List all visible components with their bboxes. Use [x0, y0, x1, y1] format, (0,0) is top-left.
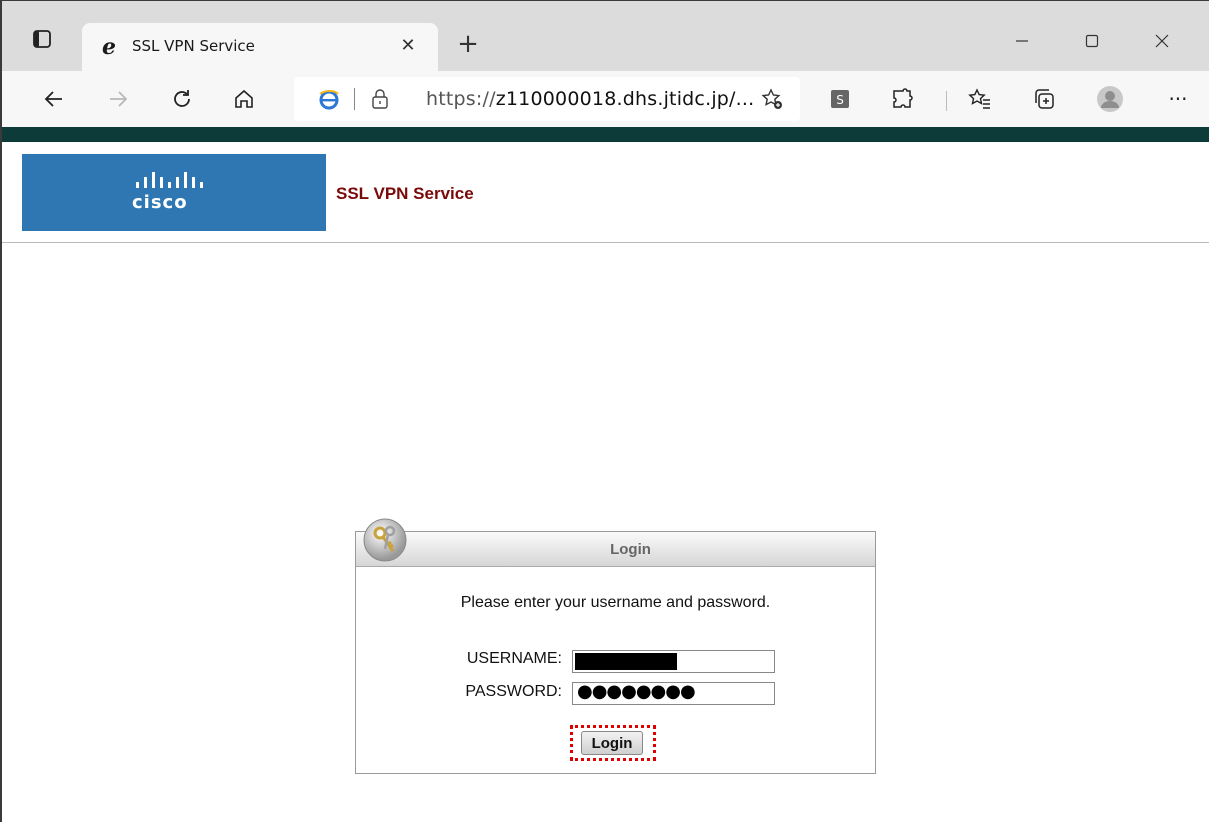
ie-icon[interactable]: [318, 88, 340, 110]
url-text[interactable]: https://z110000018.dhs.jtidc.jp/...: [426, 88, 754, 110]
more-icon[interactable]: ···: [1162, 83, 1194, 115]
profile-icon[interactable]: [1094, 83, 1126, 115]
ie-icon: e: [100, 34, 122, 60]
address-bar[interactable]: https://z110000018.dhs.jtidc.jp/...: [294, 77, 800, 121]
login-instructions: Please enter your username and password.: [460, 594, 771, 611]
keys-icon: [363, 518, 407, 562]
login-panel: Login Please enter your username and pas…: [355, 518, 876, 774]
page-title: SSL VPN Service: [336, 184, 474, 203]
login-header-title: Login: [610, 541, 651, 558]
browser-accent-bar: [2, 127, 1209, 142]
page-content: cisco SSL VPN Service Login Please enter…: [2, 142, 1209, 823]
close-icon[interactable]: [1142, 23, 1182, 59]
username-label: USERNAME:: [466, 650, 562, 667]
extensions-icon[interactable]: [886, 83, 918, 115]
header-divider: [2, 242, 1209, 243]
favorite-add-icon[interactable]: [760, 87, 784, 111]
tab-actions-icon[interactable]: [30, 27, 54, 51]
tab-strip: e SSL VPN Service ✕ +: [2, 1, 1209, 71]
cisco-wordmark: cisco: [132, 192, 188, 213]
new-tab-button[interactable]: +: [454, 31, 482, 59]
tab-close-icon[interactable]: ✕: [398, 35, 418, 55]
password-masked-value: ●●●●●●●●: [577, 681, 696, 702]
back-icon[interactable]: [38, 83, 70, 115]
tab-ssl-vpn-service[interactable]: e SSL VPN Service ✕: [82, 23, 438, 71]
login-button[interactable]: Login: [581, 731, 643, 755]
username-field[interactable]: [572, 650, 775, 673]
extension-s-icon[interactable]: S: [824, 83, 856, 115]
maximize-icon[interactable]: [1072, 23, 1112, 59]
extension-letter: S: [836, 93, 844, 107]
password-label: PASSWORD:: [465, 683, 562, 700]
refresh-icon[interactable]: [166, 83, 198, 115]
cisco-banner: cisco: [22, 154, 326, 231]
url-host: z110000018.dhs.jtidc.jp/...: [495, 88, 755, 110]
browser-window: e SSL VPN Service ✕ + https://z110000018…: [0, 0, 1209, 823]
minimize-icon[interactable]: [1002, 23, 1042, 59]
address-separator: [354, 88, 355, 110]
home-icon[interactable]: [228, 83, 260, 115]
favorites-icon[interactable]: [964, 83, 996, 115]
login-header: Login: [356, 532, 875, 567]
tab-title: SSL VPN Service: [132, 37, 255, 55]
password-field[interactable]: ●●●●●●●●: [572, 681, 775, 705]
svg-text:e: e: [102, 35, 116, 57]
username-redacted-value: [575, 653, 677, 670]
navigation-bar: https://z110000018.dhs.jtidc.jp/... S ··…: [2, 71, 1209, 127]
login-button-highlight: Login: [570, 725, 656, 761]
lock-icon[interactable]: [370, 87, 390, 111]
url-scheme: https://: [426, 88, 496, 110]
forward-icon[interactable]: [102, 83, 134, 115]
collections-icon[interactable]: [1028, 83, 1060, 115]
toolbar-divider: [946, 91, 947, 111]
